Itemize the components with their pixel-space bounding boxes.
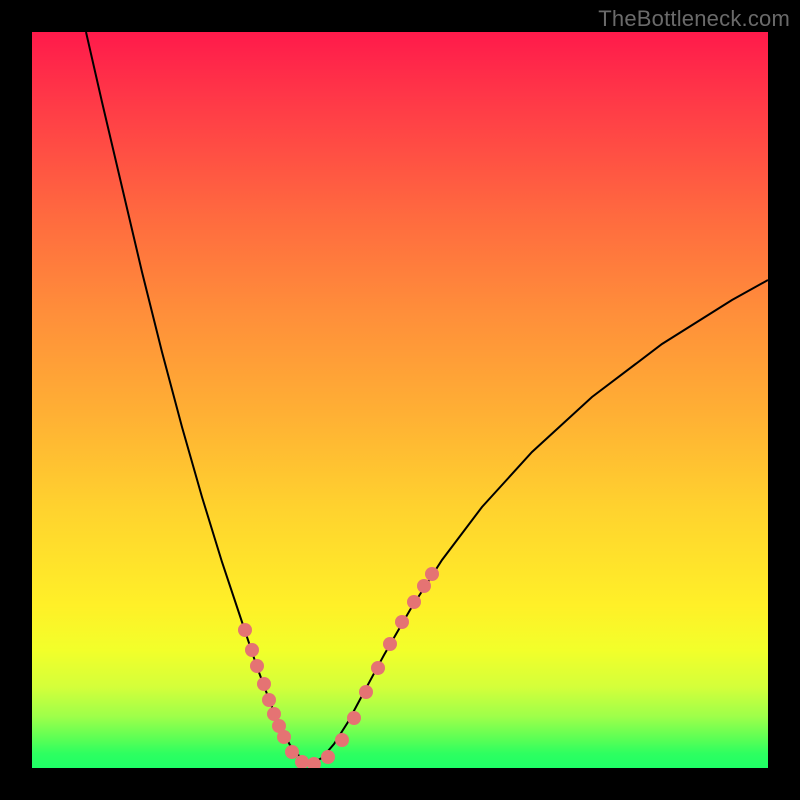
highlight-dot — [383, 637, 397, 651]
highlight-dots — [238, 567, 439, 768]
highlight-dot — [277, 730, 291, 744]
curve-left-branch — [86, 32, 310, 764]
highlight-dot — [425, 567, 439, 581]
highlight-dot — [321, 750, 335, 764]
highlight-dot — [238, 623, 252, 637]
highlight-dot — [335, 733, 349, 747]
highlight-dot — [371, 661, 385, 675]
highlight-dot — [262, 693, 276, 707]
chart-frame: TheBottleneck.com — [0, 0, 800, 800]
curve-right-branch — [310, 280, 768, 764]
highlight-dot — [245, 643, 259, 657]
plot-area — [32, 32, 768, 768]
curve-svg — [32, 32, 768, 768]
highlight-dot — [347, 711, 361, 725]
highlight-dot — [407, 595, 421, 609]
watermark-text: TheBottleneck.com — [598, 6, 790, 32]
highlight-dot — [359, 685, 373, 699]
highlight-dot — [267, 707, 281, 721]
highlight-dot — [250, 659, 264, 673]
highlight-dot — [395, 615, 409, 629]
highlight-dot — [257, 677, 271, 691]
highlight-dot — [285, 745, 299, 759]
highlight-dot — [295, 755, 309, 768]
highlight-dot — [417, 579, 431, 593]
